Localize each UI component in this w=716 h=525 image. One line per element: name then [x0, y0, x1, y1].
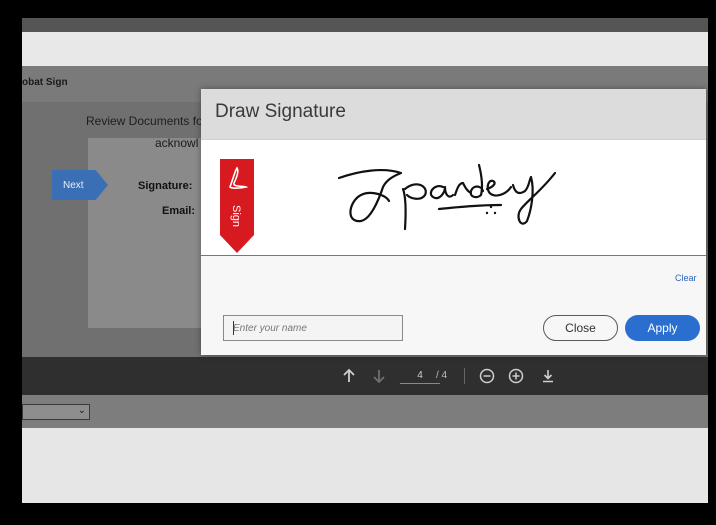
review-documents-heading: Review Documents fo	[86, 114, 203, 128]
arrow-up-icon[interactable]	[340, 367, 358, 385]
text-caret	[233, 321, 234, 335]
dialog-header: Draw Signature	[201, 89, 706, 140]
acknowledge-text: acknowl	[155, 136, 199, 150]
dialog-title: Draw Signature	[215, 101, 346, 122]
browser-bar	[22, 32, 708, 66]
sign-tag-label: Sign	[230, 205, 242, 227]
bottom-area	[22, 428, 708, 503]
toolbar-divider	[464, 368, 465, 384]
zoom-out-icon[interactable]	[478, 367, 496, 385]
email-label: Email:	[162, 205, 196, 217]
page-number-input[interactable]: 4	[400, 370, 440, 384]
name-input[interactable]	[223, 315, 403, 341]
close-button[interactable]: Close	[543, 315, 618, 341]
dropdown-select[interactable]: ⌄	[22, 404, 90, 420]
zoom-in-icon[interactable]	[507, 367, 525, 385]
app-title: obat Sign	[22, 77, 68, 88]
drawn-signature	[337, 163, 557, 231]
top-strip	[22, 18, 708, 32]
page-total: / 4	[436, 370, 448, 381]
next-label: Next	[63, 179, 84, 191]
lower-panel	[22, 395, 708, 428]
draw-signature-dialog: Draw Signature Sign Clear Close Apply	[201, 89, 706, 355]
apply-button[interactable]: Apply	[625, 315, 700, 341]
adobe-sign-tag: Sign	[220, 159, 254, 253]
download-icon[interactable]	[539, 367, 557, 385]
arrow-down-icon[interactable]	[370, 367, 388, 385]
chevron-down-icon: ⌄	[77, 405, 86, 416]
clear-link[interactable]: Clear	[675, 273, 697, 283]
signature-label: Signature:	[138, 180, 193, 192]
pdf-toolbar	[22, 357, 708, 395]
